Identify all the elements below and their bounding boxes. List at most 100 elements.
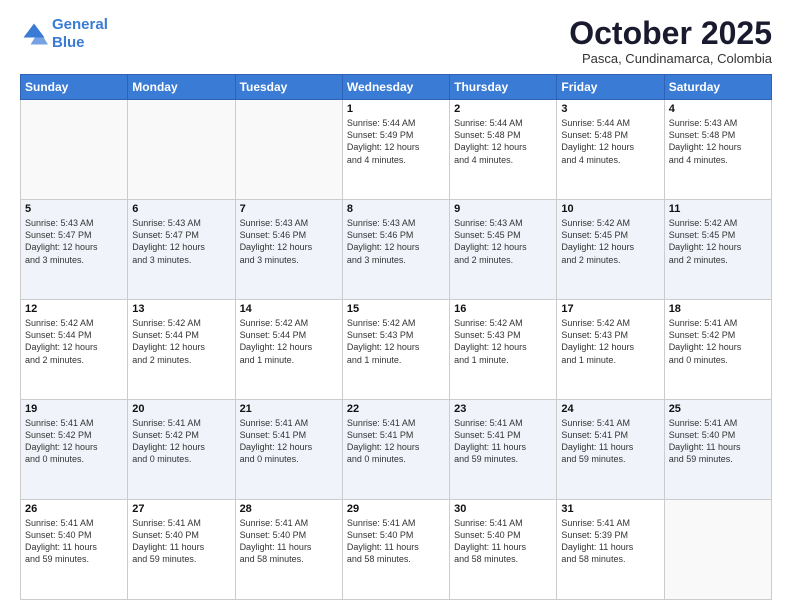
logo-line1: General bbox=[52, 16, 108, 33]
weekday-header-saturday: Saturday bbox=[664, 75, 771, 100]
cell-info: Sunrise: 5:43 AM Sunset: 5:47 PM Dayligh… bbox=[132, 217, 230, 266]
cell-info: Sunrise: 5:41 AM Sunset: 5:40 PM Dayligh… bbox=[132, 517, 230, 566]
logo-text: General Blue bbox=[52, 16, 108, 52]
cell-info: Sunrise: 5:42 AM Sunset: 5:44 PM Dayligh… bbox=[25, 317, 123, 366]
logo-icon bbox=[20, 20, 48, 48]
cell-info: Sunrise: 5:41 AM Sunset: 5:40 PM Dayligh… bbox=[25, 517, 123, 566]
calendar-cell: 25 Sunrise: 5:41 AM Sunset: 5:40 PM Dayli… bbox=[664, 400, 771, 500]
day-number: 24 bbox=[561, 403, 659, 415]
day-number: 12 bbox=[25, 303, 123, 315]
cell-info: Sunrise: 5:44 AM Sunset: 5:49 PM Dayligh… bbox=[347, 117, 445, 166]
day-number: 27 bbox=[132, 503, 230, 515]
calendar-cell: 30Sunrise: 5:41 AM Sunset: 5:40 PM Dayli… bbox=[450, 500, 557, 600]
calendar-cell: 10 Sunrise: 5:42 AM Sunset: 5:45 PM Dayli… bbox=[557, 200, 664, 300]
cell-info: Sunrise: 5:44 AM Sunset: 5:48 PM Dayligh… bbox=[454, 117, 552, 166]
weekday-header-thursday: Thursday bbox=[450, 75, 557, 100]
calendar-cell: 6Sunrise: 5:43 AM Sunset: 5:47 PM Daylig… bbox=[128, 200, 235, 300]
cell-info: Sunrise: 5:42 AM Sunset: 5:44 PM Dayligh… bbox=[240, 317, 338, 366]
day-number: 29 bbox=[347, 503, 445, 515]
calendar-cell bbox=[128, 100, 235, 200]
weekday-header-row: SundayMondayTuesdayWednesdayThursdayFrid… bbox=[21, 75, 772, 100]
cell-info: Sunrise: 5:41 AM Sunset: 5:41 PM Dayligh… bbox=[561, 417, 659, 466]
header: General Blue October 2025 Pasca, Cundina… bbox=[20, 16, 772, 66]
day-number: 1 bbox=[347, 103, 445, 115]
calendar-cell bbox=[664, 500, 771, 600]
title-block: October 2025 Pasca, Cundinamarca, Colomb… bbox=[569, 16, 772, 66]
weekday-header-wednesday: Wednesday bbox=[342, 75, 449, 100]
calendar-cell bbox=[21, 100, 128, 200]
day-number: 10 bbox=[561, 203, 659, 215]
calendar-cell: 20 Sunrise: 5:41 AM Sunset: 5:42 PM Dayli… bbox=[128, 400, 235, 500]
day-number: 16 bbox=[454, 303, 552, 315]
day-number: 25 bbox=[669, 403, 767, 415]
day-number: 23 bbox=[454, 403, 552, 415]
day-number: 26 bbox=[25, 503, 123, 515]
weekday-header-friday: Friday bbox=[557, 75, 664, 100]
calendar-cell: 7 Sunrise: 5:43 AM Sunset: 5:46 PM Daylig… bbox=[235, 200, 342, 300]
calendar-cell: 12 Sunrise: 5:42 AM Sunset: 5:44 PM Dayli… bbox=[21, 300, 128, 400]
page: General Blue October 2025 Pasca, Cundina… bbox=[0, 0, 792, 612]
calendar-cell: 13 Sunrise: 5:42 AM Sunset: 5:44 PM Dayli… bbox=[128, 300, 235, 400]
day-number: 13 bbox=[132, 303, 230, 315]
cell-info: Sunrise: 5:41 AM Sunset: 5:40 PM Dayligh… bbox=[454, 517, 552, 566]
calendar-cell bbox=[235, 100, 342, 200]
cell-info: Sunrise: 5:42 AM Sunset: 5:44 PM Dayligh… bbox=[132, 317, 230, 366]
cell-info: Sunrise: 5:41 AM Sunset: 5:42 PM Dayligh… bbox=[25, 417, 123, 466]
calendar-cell: 4Sunrise: 5:43 AM Sunset: 5:48 PM Daylig… bbox=[664, 100, 771, 200]
calendar-cell: 15 Sunrise: 5:42 AM Sunset: 5:43 PM Dayli… bbox=[342, 300, 449, 400]
calendar-cell: 29 Sunrise: 5:41 AM Sunset: 5:40 PM Dayli… bbox=[342, 500, 449, 600]
day-number: 31 bbox=[561, 503, 659, 515]
weekday-header-tuesday: Tuesday bbox=[235, 75, 342, 100]
cell-info: Sunrise: 5:41 AM Sunset: 5:40 PM Dayligh… bbox=[240, 517, 338, 566]
cell-info: Sunrise: 5:43 AM Sunset: 5:46 PM Dayligh… bbox=[347, 217, 445, 266]
calendar-cell: 31Sunrise: 5:41 AM Sunset: 5:39 PM Dayli… bbox=[557, 500, 664, 600]
calendar-cell: 1 Sunrise: 5:44 AM Sunset: 5:49 PM Daylig… bbox=[342, 100, 449, 200]
calendar-cell: 8Sunrise: 5:43 AM Sunset: 5:46 PM Daylig… bbox=[342, 200, 449, 300]
cell-info: Sunrise: 5:41 AM Sunset: 5:41 PM Dayligh… bbox=[240, 417, 338, 466]
day-number: 15 bbox=[347, 303, 445, 315]
day-number: 14 bbox=[240, 303, 338, 315]
calendar-week-row: 26 Sunrise: 5:41 AM Sunset: 5:40 PM Dayli… bbox=[21, 500, 772, 600]
cell-info: Sunrise: 5:42 AM Sunset: 5:45 PM Dayligh… bbox=[561, 217, 659, 266]
calendar-cell: 5Sunrise: 5:43 AM Sunset: 5:47 PM Daylig… bbox=[21, 200, 128, 300]
weekday-header-sunday: Sunday bbox=[21, 75, 128, 100]
day-number: 11 bbox=[669, 203, 767, 215]
calendar-cell: 14 Sunrise: 5:42 AM Sunset: 5:44 PM Dayli… bbox=[235, 300, 342, 400]
calendar-cell: 23Sunrise: 5:41 AM Sunset: 5:41 PM Dayli… bbox=[450, 400, 557, 500]
logo: General Blue bbox=[20, 16, 108, 52]
cell-info: Sunrise: 5:42 AM Sunset: 5:43 PM Dayligh… bbox=[347, 317, 445, 366]
cell-info: Sunrise: 5:42 AM Sunset: 5:45 PM Dayligh… bbox=[669, 217, 767, 266]
calendar-cell: 28 Sunrise: 5:41 AM Sunset: 5:40 PM Dayli… bbox=[235, 500, 342, 600]
calendar-cell: 16 Sunrise: 5:42 AM Sunset: 5:43 PM Dayli… bbox=[450, 300, 557, 400]
day-number: 17 bbox=[561, 303, 659, 315]
cell-info: Sunrise: 5:41 AM Sunset: 5:40 PM Dayligh… bbox=[669, 417, 767, 466]
month-title: October 2025 bbox=[569, 16, 772, 51]
day-number: 20 bbox=[132, 403, 230, 415]
calendar-week-row: 1 Sunrise: 5:44 AM Sunset: 5:49 PM Daylig… bbox=[21, 100, 772, 200]
day-number: 22 bbox=[347, 403, 445, 415]
day-number: 18 bbox=[669, 303, 767, 315]
day-number: 2 bbox=[454, 103, 552, 115]
weekday-header-monday: Monday bbox=[128, 75, 235, 100]
calendar-cell: 24 Sunrise: 5:41 AM Sunset: 5:41 PM Dayli… bbox=[557, 400, 664, 500]
day-number: 21 bbox=[240, 403, 338, 415]
cell-info: Sunrise: 5:42 AM Sunset: 5:43 PM Dayligh… bbox=[454, 317, 552, 366]
cell-info: Sunrise: 5:41 AM Sunset: 5:40 PM Dayligh… bbox=[347, 517, 445, 566]
cell-info: Sunrise: 5:42 AM Sunset: 5:43 PM Dayligh… bbox=[561, 317, 659, 366]
cell-info: Sunrise: 5:44 AM Sunset: 5:48 PM Dayligh… bbox=[561, 117, 659, 166]
cell-info: Sunrise: 5:43 AM Sunset: 5:45 PM Dayligh… bbox=[454, 217, 552, 266]
day-number: 7 bbox=[240, 203, 338, 215]
day-number: 19 bbox=[25, 403, 123, 415]
day-number: 28 bbox=[240, 503, 338, 515]
calendar-week-row: 12 Sunrise: 5:42 AM Sunset: 5:44 PM Dayli… bbox=[21, 300, 772, 400]
day-number: 9 bbox=[454, 203, 552, 215]
cell-info: Sunrise: 5:43 AM Sunset: 5:46 PM Dayligh… bbox=[240, 217, 338, 266]
cell-info: Sunrise: 5:41 AM Sunset: 5:42 PM Dayligh… bbox=[132, 417, 230, 466]
calendar-cell: 21 Sunrise: 5:41 AM Sunset: 5:41 PM Dayli… bbox=[235, 400, 342, 500]
calendar-cell: 9 Sunrise: 5:43 AM Sunset: 5:45 PM Daylig… bbox=[450, 200, 557, 300]
calendar-cell: 27 Sunrise: 5:41 AM Sunset: 5:40 PM Dayli… bbox=[128, 500, 235, 600]
calendar-cell: 22Sunrise: 5:41 AM Sunset: 5:41 PM Dayli… bbox=[342, 400, 449, 500]
calendar-table: SundayMondayTuesdayWednesdayThursdayFrid… bbox=[20, 74, 772, 600]
cell-info: Sunrise: 5:43 AM Sunset: 5:48 PM Dayligh… bbox=[669, 117, 767, 166]
calendar-cell: 11 Sunrise: 5:42 AM Sunset: 5:45 PM Dayli… bbox=[664, 200, 771, 300]
